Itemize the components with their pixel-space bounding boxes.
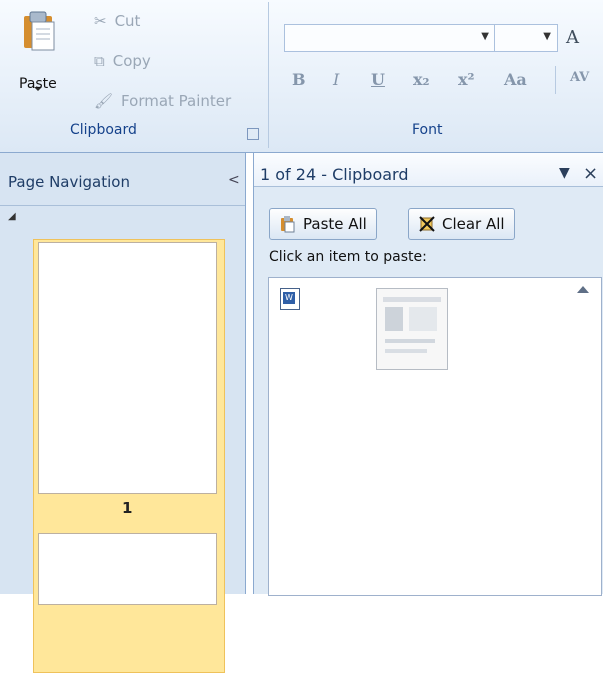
font-size-dropdown-icon[interactable]: ▼ bbox=[543, 31, 551, 42]
expand-triangle-icon[interactable]: ◢ bbox=[8, 211, 16, 222]
word-document-icon: W bbox=[280, 288, 300, 310]
clipboard-pane-title: 1 of 24 - Clipboard bbox=[260, 165, 409, 184]
navigation-title: Page Navigation bbox=[8, 173, 130, 191]
scroll-up-icon[interactable] bbox=[577, 286, 589, 293]
italic-button[interactable]: I bbox=[333, 70, 339, 89]
copy-icon: ⧉ bbox=[94, 52, 105, 70]
font-name-dropdown-icon[interactable]: ▼ bbox=[481, 31, 489, 42]
group-divider bbox=[268, 2, 269, 148]
navigation-pane: Page Navigation < ◢ 1 bbox=[0, 153, 246, 673]
change-case-button[interactable]: Aa bbox=[504, 70, 527, 89]
paste-button[interactable]: Paste bbox=[10, 4, 68, 96]
page-1-preview bbox=[38, 242, 217, 494]
paste-hint: Click an item to paste: bbox=[269, 249, 427, 265]
brush-icon: 🖌 bbox=[94, 92, 114, 110]
font-size-box[interactable]: ▼ bbox=[494, 24, 558, 52]
page-number: 1 bbox=[122, 499, 133, 517]
paste-label: Paste bbox=[19, 76, 57, 92]
collapse-pane-button[interactable]: < bbox=[228, 172, 240, 188]
bold-button[interactable]: B bbox=[292, 70, 306, 89]
font-inline-divider bbox=[555, 66, 556, 94]
clear-all-button[interactable]: Clear All bbox=[408, 208, 515, 240]
paste-all-button[interactable]: Paste All bbox=[269, 208, 377, 240]
ribbon: Paste ✂ Cut ⧉ Copy 🖌 Format Painter Clip… bbox=[0, 0, 603, 153]
clear-all-icon bbox=[419, 216, 435, 232]
page-2-preview[interactable] bbox=[38, 533, 217, 605]
clipboard-item-thumbnail[interactable] bbox=[376, 288, 448, 370]
navigation-header: Page Navigation < bbox=[0, 153, 245, 206]
grow-font-button[interactable]: A bbox=[566, 27, 579, 48]
clipboard-items-list[interactable]: W bbox=[268, 277, 602, 596]
clipboard-task-pane: 1 of 24 - Clipboard ▼ × Paste All Clear … bbox=[253, 153, 603, 596]
font-group-label: Font bbox=[412, 122, 443, 138]
clipboard-pane-header: 1 of 24 - Clipboard ▼ × bbox=[254, 153, 603, 187]
scissors-icon: ✂ bbox=[94, 12, 107, 30]
character-spacing-button[interactable]: AV bbox=[570, 70, 589, 85]
copy-button[interactable]: ⧉ Copy bbox=[94, 50, 151, 72]
paste-all-icon bbox=[281, 216, 295, 233]
underline-button[interactable]: U bbox=[371, 70, 385, 89]
clipboard-dialog-launcher[interactable] bbox=[247, 128, 259, 140]
clipboard-group-label: Clipboard bbox=[70, 122, 137, 138]
close-pane-button[interactable]: × bbox=[583, 163, 598, 184]
cut-button[interactable]: ✂ Cut bbox=[94, 10, 140, 32]
pane-menu-button[interactable]: ▼ bbox=[559, 165, 570, 181]
font-name-box[interactable]: ▼ bbox=[284, 24, 496, 52]
subscript-button[interactable]: x₂ bbox=[413, 70, 430, 89]
format-painter-button[interactable]: 🖌 Format Painter bbox=[94, 90, 231, 112]
superscript-button[interactable]: x² bbox=[458, 70, 475, 89]
